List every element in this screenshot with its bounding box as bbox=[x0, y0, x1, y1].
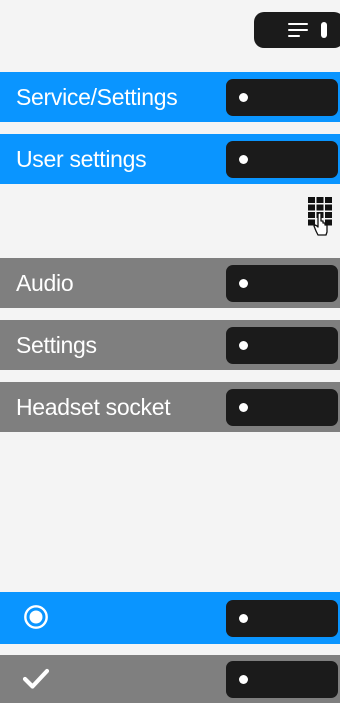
menu-row-headset-socket: Headset socket bbox=[0, 382, 340, 432]
dot-icon bbox=[239, 675, 248, 684]
row-label: User settings bbox=[16, 146, 147, 172]
checkmark-icon bbox=[22, 668, 50, 689]
keypad-touch-icon bbox=[308, 197, 332, 236]
softkey-button[interactable] bbox=[226, 600, 338, 637]
menu-icon bbox=[288, 23, 308, 37]
menu-row-service-settings: Service/Settings bbox=[0, 72, 340, 122]
softkey-button[interactable] bbox=[226, 661, 338, 698]
softkey-button[interactable] bbox=[226, 389, 338, 426]
dot-icon bbox=[239, 341, 248, 350]
dot-icon bbox=[239, 93, 248, 102]
dot-icon bbox=[239, 279, 248, 288]
row-label: Headset socket bbox=[16, 394, 171, 420]
menu-row-audio: Audio bbox=[0, 258, 340, 308]
option-row-selected bbox=[0, 592, 340, 644]
dot-icon bbox=[239, 403, 248, 412]
softkey-button[interactable] bbox=[226, 141, 338, 178]
option-row-confirm bbox=[0, 655, 340, 703]
row-label: Service/Settings bbox=[16, 84, 178, 110]
softkey-button[interactable] bbox=[226, 79, 338, 116]
softkey-button[interactable] bbox=[226, 327, 338, 364]
menu-row-settings: Settings bbox=[0, 320, 340, 370]
menu-button[interactable] bbox=[254, 12, 340, 48]
dot-icon bbox=[239, 155, 248, 164]
radio-selected-icon bbox=[24, 605, 48, 629]
menu-row-user-settings: User settings bbox=[0, 134, 340, 184]
softkey-button[interactable] bbox=[226, 265, 338, 302]
row-label: Audio bbox=[16, 270, 74, 296]
row-label: Settings bbox=[16, 332, 97, 358]
menu-indicator bbox=[321, 22, 327, 38]
dot-icon bbox=[239, 614, 248, 623]
